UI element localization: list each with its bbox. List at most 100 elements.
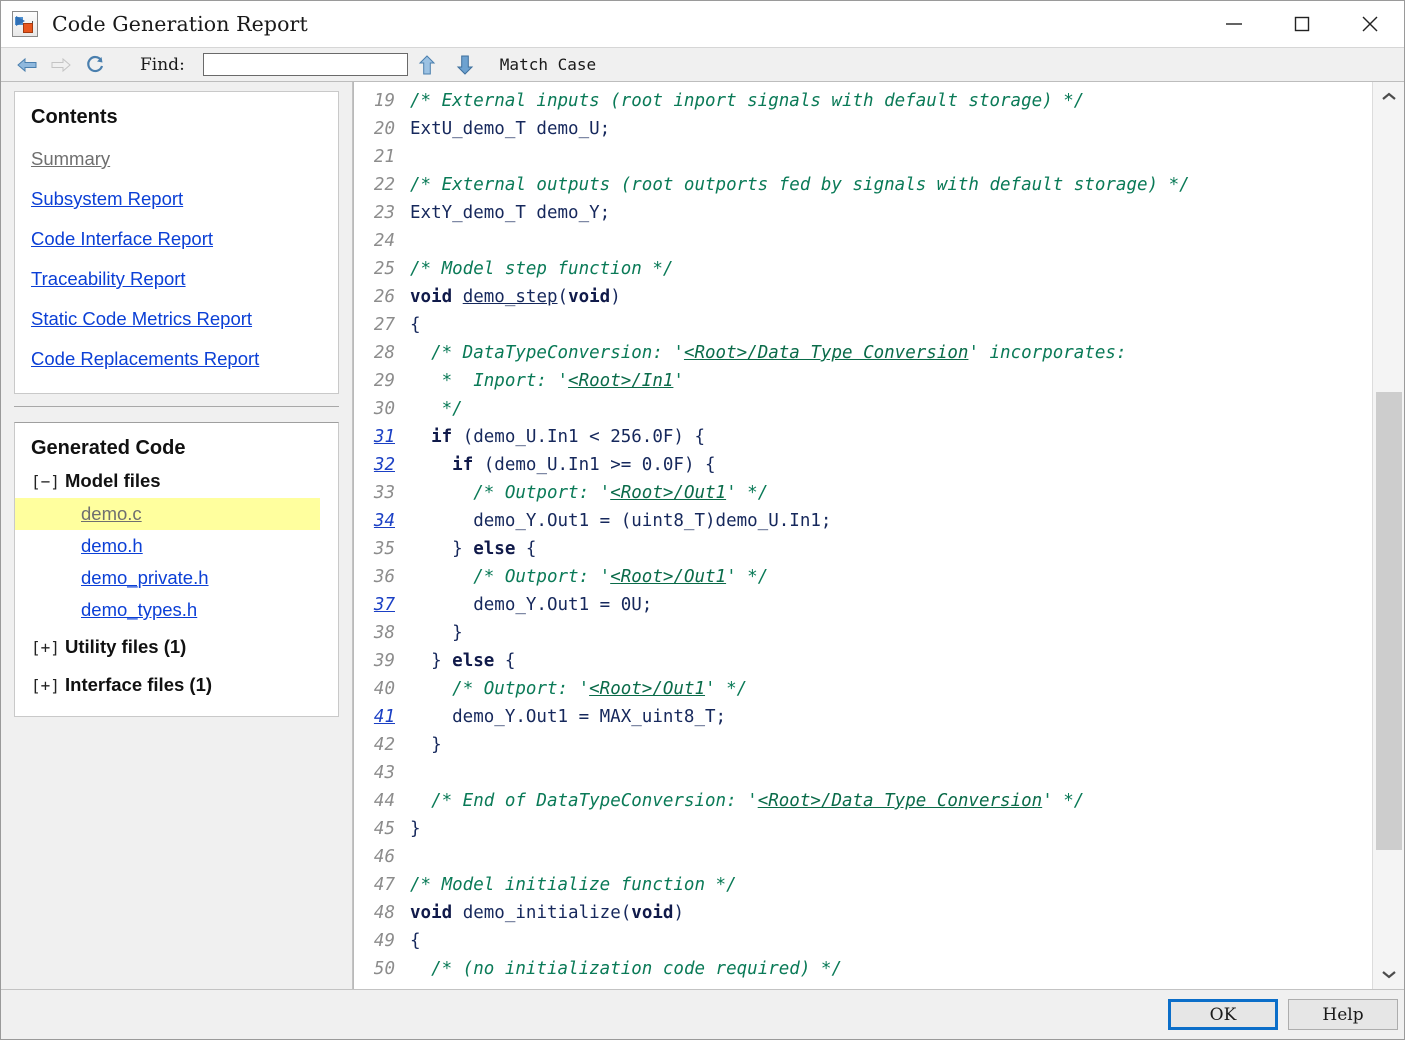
match-case-label[interactable]: Match Case [500,55,596,74]
code-line: 31 if (demo_U.In1 < 256.0F) { [354,423,1190,451]
expand-toggle-icon[interactable]: [+] [31,638,65,657]
line-number: 38 [373,623,395,643]
code-line-text [408,143,1190,171]
code-line-text: /* Model step function */ [410,259,674,279]
code-line: 24 [354,227,1190,255]
sidebar-item-code-replacements-report[interactable]: Code Replacements Report [15,339,338,379]
code-line: 29 * Inport: '<Root>/In1' [354,367,1190,395]
sidebar-item-subsystem-report[interactable]: Subsystem Report [15,179,338,219]
code-line: 48 void demo_initialize(void) [354,899,1190,927]
list-item-demo-private-h[interactable]: demo_private.h [15,562,320,594]
code-line-text: if (demo_U.In1 >= 0.0F) { [452,455,716,475]
line-number: 35 [373,539,395,559]
sidebar-item-code-interface-report[interactable]: Code Interface Report [15,219,338,259]
code-line-text [408,759,1190,787]
code-line-text: if (demo_U.In1 < 256.0F) { [431,427,706,447]
code-line-text: ExtY_demo_T demo_Y; [410,203,611,223]
code-line-text: /* Outport: '<Root>/Out1' */ [473,483,769,503]
list-item-demo-c[interactable]: demo.c [15,498,320,530]
line-number: 28 [373,343,395,363]
code-line-text: /* Outport: '<Root>/Out1' */ [452,679,748,699]
scroll-up-icon[interactable] [1373,82,1404,112]
line-number-link[interactable]: 31 [354,423,408,451]
code-line-text [408,227,1190,255]
contents-title: Contents [31,106,118,128]
code-line-text: { [410,315,421,335]
file-link[interactable]: demo.c [81,503,142,525]
refresh-icon[interactable] [78,50,112,80]
line-number-link[interactable]: 32 [354,451,408,479]
code-line: 36 /* Outport: '<Root>/Out1' */ [354,563,1190,591]
code-line: 45} [354,815,1190,843]
scrollbar-thumb[interactable] [1376,392,1402,850]
code-line-text: { [410,931,421,951]
code-generation-report-window: Code Generation Report Find: Match Case … [0,0,1405,1040]
contents-panel: Contents Summary Subsystem Report Code I… [14,91,339,394]
line-number: 40 [373,679,395,699]
sidebar-item-summary[interactable]: Summary [15,139,338,179]
find-next-icon[interactable] [446,50,484,80]
line-number: 48 [373,903,395,923]
line-number: 43 [373,763,395,783]
maximize-icon[interactable] [1268,1,1336,47]
code-line-text: } else { [410,651,516,671]
line-number: 26 [373,287,395,307]
list-item-demo-types-h[interactable]: demo_types.h [15,594,320,626]
line-number: 36 [373,567,395,587]
tree-group-label: Utility files (1) [65,636,187,657]
search-input[interactable] [202,53,408,76]
code-line-text: } else { [410,539,537,559]
title-bar: Code Generation Report [1,1,1404,47]
collapse-toggle-icon[interactable]: [−] [31,472,65,491]
vertical-scrollbar[interactable] [1372,82,1404,989]
file-link[interactable]: demo_types.h [81,599,197,621]
file-link[interactable]: demo_private.h [81,567,209,589]
generated-code-title: Generated Code [31,437,186,459]
code-line-text: */ [441,399,463,419]
code-line: 50 /* (no initialization code required) … [354,955,1190,983]
line-number-link[interactable]: 37 [354,591,408,619]
sidebar-item-traceability-report[interactable]: Traceability Report [15,259,338,299]
code-line: 37 demo_Y.Out1 = 0U; [354,591,1190,619]
code-line-text: /* DataTypeConversion: '<Root>/Data Type… [431,343,1127,363]
ok-button[interactable]: OK [1168,999,1278,1030]
scroll-down-icon[interactable] [1373,959,1404,989]
list-item-demo-h[interactable]: demo.h [15,530,320,562]
code-line: 26 void demo_step(void) [354,283,1190,311]
line-number-link[interactable]: 41 [354,703,408,731]
find-previous-icon[interactable] [408,50,446,80]
toolbar: Find: Match Case [1,47,1404,82]
code-line: 49 { [354,927,1190,955]
sidebar-item-static-code-metrics-report[interactable]: Static Code Metrics Report [15,299,338,339]
help-button[interactable]: Help [1288,999,1398,1030]
line-number-link[interactable]: 34 [354,507,408,535]
code-line: 42 } [354,731,1190,759]
close-icon[interactable] [1336,1,1404,47]
code-line: 47 /* Model initialize function */ [354,871,1190,899]
tree-group-model-files[interactable]: [−] Model files [15,464,338,498]
code-line: 27 { [354,311,1190,339]
code-line: 28 /* DataTypeConversion: '<Root>/Data T… [354,339,1190,367]
code-line: 40 /* Outport: '<Root>/Out1' */ [354,675,1190,703]
window-title: Code Generation Report [52,12,308,36]
line-number: 19 [373,91,395,111]
minimize-icon[interactable] [1200,1,1268,47]
code-line-text: demo_Y.Out1 = (uint8_T)demo_U.In1; [410,511,832,531]
code-line: 43 [354,759,1190,787]
sidebar: Contents Summary Subsystem Report Code I… [1,82,353,989]
tree-group-utility-files[interactable]: [+] Utility files (1) [15,626,338,664]
file-link[interactable]: demo.h [81,535,143,557]
footer-bar: OK Help [1,989,1404,1039]
expand-toggle-icon[interactable]: [+] [31,676,65,695]
line-number: 45 [373,819,395,839]
simulink-model-icon [12,11,38,37]
line-number: 50 [373,959,395,979]
line-number: 30 [373,399,395,419]
code-line: 20 ExtU_demo_T demo_U; [354,115,1190,143]
code-line: 25 /* Model step function */ [354,255,1190,283]
code-line-text: ExtU_demo_T demo_U; [410,119,611,139]
line-number: 47 [373,875,395,895]
code-line-text: } [410,623,463,643]
tree-group-interface-files[interactable]: [+] Interface files (1) [15,664,338,702]
back-arrow-icon[interactable] [10,50,44,80]
